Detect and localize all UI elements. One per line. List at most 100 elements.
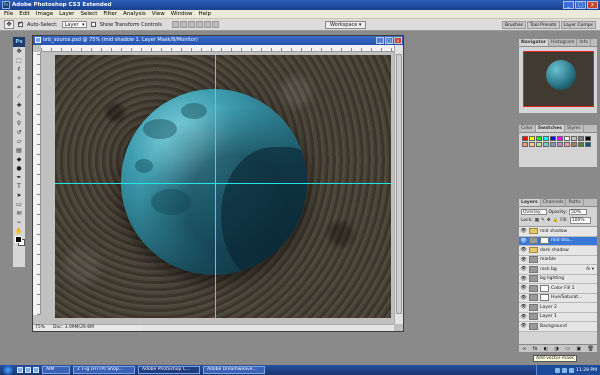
pen-tool-icon[interactable]: ✒ — [13, 173, 25, 182]
task-dreamweaver[interactable]: Adobe Dreamweave... — [203, 366, 265, 374]
new-group-icon[interactable]: ▭ — [565, 346, 570, 352]
show-transform-checkbox[interactable] — [90, 22, 96, 27]
link-layers-icon[interactable]: ∞ — [522, 346, 526, 352]
swatch-color[interactable] — [543, 142, 549, 147]
menu-help[interactable]: Help — [198, 11, 211, 17]
brushes-tab[interactable]: Brushes — [501, 21, 526, 29]
layer-mask-thumbnail[interactable] — [540, 294, 549, 302]
auto-select-checkbox[interactable] — [18, 20, 23, 27]
history-brush-tool-icon[interactable]: ↺ — [13, 128, 25, 137]
navigator-preview[interactable] — [523, 51, 594, 107]
swatch-color[interactable] — [522, 136, 528, 141]
swatch-color[interactable] — [557, 142, 563, 147]
swatch-color[interactable] — [578, 136, 584, 141]
task-photoshop[interactable]: Adobe Photoshop C... — [138, 366, 200, 374]
layer-thumbnail[interactable] — [529, 265, 538, 273]
lock-transparency-icon[interactable]: ▦ — [535, 218, 539, 223]
swatch-color[interactable] — [550, 142, 556, 147]
path-selection-tool-icon[interactable]: ➤ — [13, 191, 25, 200]
eyedropper-tool-icon[interactable]: ⌁ — [13, 218, 25, 227]
start-button[interactable] — [3, 365, 13, 375]
image-canvas[interactable] — [55, 55, 391, 318]
tab-color[interactable]: Color — [519, 125, 536, 132]
blur-tool-icon[interactable]: ◆ — [13, 155, 25, 164]
visibility-eye-icon[interactable]: 👁 — [520, 257, 527, 263]
visibility-eye-icon[interactable]: 👁 — [520, 276, 527, 282]
menu-window[interactable]: Window — [171, 11, 193, 17]
visibility-eye-icon[interactable]: 👁 — [520, 266, 527, 272]
layer-row[interactable]: 👁 dark shadow — [519, 246, 597, 256]
layer-row[interactable]: 👁 mid shadow — [519, 227, 597, 237]
vertical-guide[interactable] — [215, 55, 216, 318]
visibility-eye-icon[interactable]: 👁 — [520, 228, 527, 234]
move-tool-preset-icon[interactable]: ✥ — [4, 20, 14, 29]
swatch-color[interactable] — [571, 136, 577, 141]
opacity-field[interactable]: 50% — [569, 209, 588, 215]
swatch-color[interactable] — [536, 142, 542, 147]
visibility-eye-icon[interactable]: 👁 — [520, 295, 527, 301]
move-tool-icon[interactable]: ✥ — [13, 47, 25, 56]
align-center-icon[interactable] — [203, 21, 211, 28]
tab-layers[interactable]: Layers — [519, 199, 541, 206]
marquee-tool-icon[interactable]: ⬚ — [13, 56, 25, 65]
layer-mask-thumbnail[interactable] — [540, 237, 549, 245]
layer-row[interactable]: 👁 Hue/Saturat... — [519, 294, 597, 303]
menu-layer[interactable]: Layer — [59, 11, 74, 17]
notes-tool-icon[interactable]: ✉ — [13, 209, 25, 218]
align-left-icon[interactable] — [195, 21, 203, 28]
minimize-button[interactable]: _ — [563, 1, 574, 9]
visibility-eye-icon[interactable]: 👁 — [520, 304, 527, 310]
tab-histogram[interactable]: Histogram — [549, 39, 578, 46]
menu-edit[interactable]: Edit — [19, 11, 30, 17]
close-button[interactable]: x — [587, 1, 598, 9]
visibility-eye-icon[interactable]: 👁 — [520, 323, 527, 329]
workspace-button[interactable]: Workspace ▾ — [325, 21, 367, 29]
fill-field[interactable]: 100% — [569, 217, 591, 224]
swatch-color[interactable] — [564, 142, 570, 147]
vertical-scrollbar[interactable] — [394, 45, 403, 324]
quick-launch-browser-icon[interactable] — [25, 367, 31, 373]
align-middle-icon[interactable] — [179, 21, 187, 28]
layer-comps-tab[interactable]: Layer Comps — [560, 21, 596, 29]
menu-filter[interactable]: Filter — [103, 11, 117, 17]
visibility-eye-icon[interactable]: 👁 — [520, 285, 527, 291]
doc-minimize-button[interactable]: _ — [376, 37, 384, 44]
align-bottom-icon[interactable] — [187, 21, 195, 28]
menu-analysis[interactable]: Analysis — [123, 11, 146, 17]
layer-thumbnail[interactable] — [529, 313, 538, 321]
horizontal-scrollbar[interactable] — [141, 324, 394, 331]
horizontal-guide[interactable] — [55, 183, 391, 184]
swatch-color[interactable] — [543, 136, 549, 141]
quick-launch-desktop-icon[interactable] — [17, 367, 23, 373]
doc-close-button[interactable]: x — [394, 37, 402, 44]
gradient-tool-icon[interactable]: ▤ — [13, 146, 25, 155]
menu-image[interactable]: Image — [36, 11, 53, 17]
lock-all-icon[interactable]: 🔒 — [553, 218, 559, 223]
tab-navigator[interactable]: Navigator — [519, 39, 549, 46]
horizontal-ruler[interactable] — [41, 45, 394, 52]
layer-row[interactable]: 👁 bg lighting — [519, 275, 597, 284]
swatch-color[interactable] — [564, 136, 570, 141]
layer-thumbnail[interactable] — [529, 322, 538, 330]
tab-styles[interactable]: Styles — [565, 125, 584, 132]
swatch-color[interactable] — [550, 136, 556, 141]
menu-select[interactable]: Select — [80, 11, 97, 17]
dodge-tool-icon[interactable]: ● — [13, 164, 25, 173]
swatch-color[interactable] — [536, 136, 542, 141]
swatch-color[interactable] — [571, 142, 577, 147]
align-top-icon[interactable] — [171, 21, 179, 28]
tab-paths[interactable]: Paths — [566, 199, 584, 206]
menu-file[interactable]: File — [4, 11, 13, 17]
auto-select-dropdown[interactable]: Layer — [61, 21, 87, 28]
tray-network-icon[interactable] — [555, 367, 560, 373]
layer-row[interactable]: 👁 Layer 2 — [519, 303, 597, 313]
slice-tool-icon[interactable]: ⟋ — [13, 92, 25, 101]
tray-volume-icon[interactable] — [562, 367, 567, 373]
visibility-eye-icon[interactable]: 👁 — [520, 238, 527, 244]
quick-launch-media-icon[interactable] — [33, 367, 39, 373]
vertical-scroll-thumb[interactable] — [396, 54, 402, 314]
brush-tool-icon[interactable]: ✎ — [13, 110, 25, 119]
visibility-eye-icon[interactable]: 👁 — [520, 314, 527, 320]
shape-tool-icon[interactable]: ▭ — [13, 200, 25, 209]
visibility-eye-icon[interactable]: 👁 — [520, 247, 527, 253]
